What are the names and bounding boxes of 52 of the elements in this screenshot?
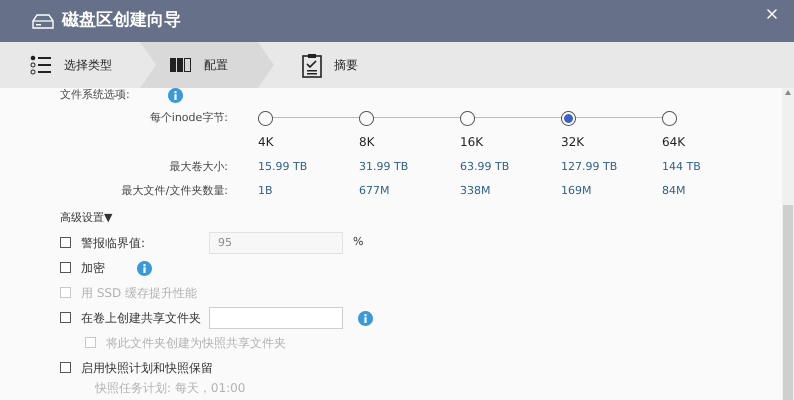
stat-value: 127.99 TB	[561, 159, 618, 175]
stat-value: 169M	[561, 183, 592, 199]
info-icon[interactable]	[137, 260, 152, 276]
field-label: 每个inode字节:	[148, 110, 229, 126]
stat-label: 最大文件/文件夹数量:	[120, 183, 229, 199]
disk-array-icon	[170, 58, 192, 72]
option-label: 启用快照计划和快照保留	[81, 360, 213, 376]
radio-label: 64K	[662, 134, 686, 151]
option-label: 用 SSD 缓存提升性能	[81, 284, 198, 302]
percent-unit: %	[353, 234, 364, 250]
scrollbar[interactable]	[782, 88, 794, 400]
checkbox[interactable]	[60, 237, 71, 248]
drive-icon	[32, 14, 54, 28]
stat-value: 15.99 TB	[258, 159, 308, 175]
info-icon[interactable]	[168, 88, 183, 103]
scrollbar-thumb[interactable]	[783, 205, 793, 400]
radio-label: 4K	[258, 134, 275, 151]
option-label: 加密	[81, 260, 105, 276]
window-title: 磁盘区创建向导	[62, 9, 181, 32]
section-label: 文件系统选项:	[60, 87, 130, 104]
scroll-up-icon[interactable]	[785, 90, 791, 95]
radio-button[interactable]	[662, 110, 677, 126]
radio-label: 32K	[561, 134, 586, 151]
checkbox[interactable]	[60, 262, 71, 273]
wizard-step[interactable]: 摘要	[274, 42, 398, 88]
wizard-step[interactable]: 配置	[140, 42, 274, 88]
option-label: 快照任务计划: 每天，01:00	[95, 380, 246, 396]
checkbox[interactable]	[60, 312, 71, 323]
clipboard-check-icon	[302, 52, 322, 78]
stat-value: 1B	[258, 183, 274, 199]
stat-value: 677M	[359, 183, 390, 199]
stat-value: 63.99 TB	[460, 159, 510, 175]
option-label: 在卷上创建共享文件夹	[81, 310, 202, 326]
stat-value: 338M	[460, 183, 492, 199]
advanced-toggle[interactable]: 高级设置▼	[60, 207, 112, 229]
wizard-step[interactable]: 选择类型	[0, 42, 140, 88]
radio-button[interactable]	[561, 110, 576, 126]
radio-button[interactable]	[258, 110, 273, 126]
stat-label: 最大卷大小:	[168, 159, 229, 175]
option-label: 警报临界值:	[81, 234, 146, 252]
input-field[interactable]	[209, 306, 343, 328]
radio-label: 8K	[359, 134, 376, 151]
stat-value: 31.99 TB	[359, 159, 410, 175]
stat-value: 144 TB	[662, 159, 702, 175]
radio-button[interactable]	[359, 110, 374, 126]
list-icon	[30, 55, 52, 75]
radio-button[interactable]	[460, 110, 475, 126]
option-label: 将此文件夹创建为快照共享文件夹	[106, 334, 286, 352]
info-icon[interactable]	[358, 310, 373, 326]
radio-label: 16K	[460, 134, 484, 151]
checkbox[interactable]	[60, 362, 71, 373]
stat-value: 84M	[662, 183, 686, 199]
